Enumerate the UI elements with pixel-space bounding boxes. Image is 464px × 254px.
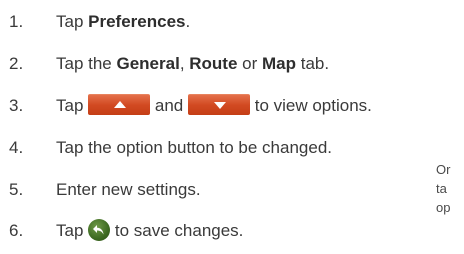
step-prefix: Tap <box>56 12 89 31</box>
side-note-line: ta <box>436 181 447 196</box>
preferences-label: Preferences <box>88 12 186 31</box>
step-prefix: Tap <box>56 96 89 115</box>
step-number: 5. <box>9 180 24 199</box>
step-conjunction: and <box>154 96 184 115</box>
step-text: Tap the option button to be changed. <box>56 138 333 157</box>
step-text: Tap to save changes. <box>56 217 243 245</box>
side-note-line: Or <box>436 162 451 177</box>
step-prefix: Tap the <box>56 54 117 73</box>
step-number: 4. <box>9 138 24 157</box>
side-note-line: op <box>436 200 451 215</box>
step-suffix: tab. <box>296 54 330 73</box>
up-arrow-button-icon <box>88 94 151 115</box>
route-tab-label: Route <box>189 54 238 73</box>
step-prefix: Tap <box>56 221 89 240</box>
step-text: Tap Preferences. <box>56 8 190 36</box>
step-text: Tap and to view options. <box>56 92 372 120</box>
step-suffix: to view options. <box>254 96 372 115</box>
step-suffix: . <box>185 12 191 31</box>
separator: , <box>179 54 190 73</box>
back-arrow-icon <box>88 219 111 241</box>
map-tab-label: Map <box>262 54 296 73</box>
step-number: 3. <box>9 96 24 115</box>
step-number: 2. <box>9 54 24 73</box>
side-note: Or ta op <box>436 160 464 217</box>
step-number: 1. <box>9 12 24 31</box>
down-arrow-button-icon <box>187 94 250 115</box>
step-number: 6. <box>9 221 24 240</box>
step-suffix: to save changes. <box>114 221 244 240</box>
general-tab-label: General <box>116 54 180 73</box>
step-text: Enter new settings. <box>56 180 201 199</box>
instruction-steps: 1. Tap Preferences. 2. Tap the General, … <box>0 0 464 254</box>
separator: or <box>237 54 262 73</box>
step-text: Tap the General, Route or Map tab. <box>56 50 329 78</box>
